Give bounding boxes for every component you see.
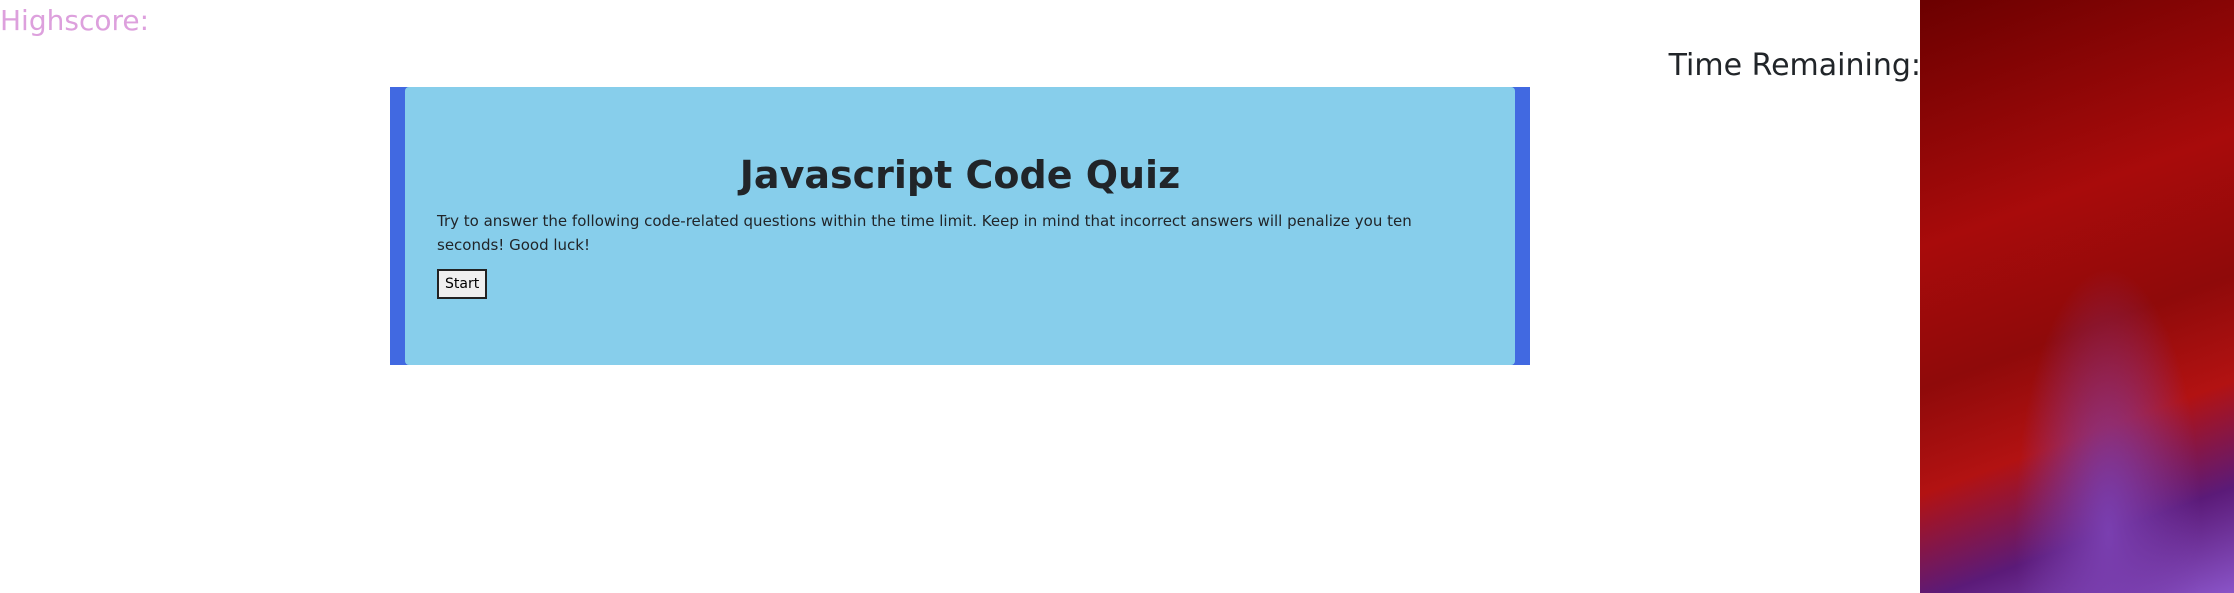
desktop-wallpaper xyxy=(1920,0,2234,593)
highscore-link[interactable]: Highscore: xyxy=(0,4,149,38)
quiz-card: Javascript Code Quiz Try to answer the f… xyxy=(405,87,1515,365)
quiz-description: Try to answer the following code-related… xyxy=(437,212,1412,254)
quiz-title: Javascript Code Quiz xyxy=(739,153,1181,197)
start-button[interactable]: Start xyxy=(437,269,488,299)
quiz-card-frame: Javascript Code Quiz Try to answer the f… xyxy=(390,87,1530,365)
time-remaining-label: Time Remaining: xyxy=(1668,48,1921,83)
quiz-page: Highscore: Time Remaining: Javascript Co… xyxy=(0,0,2234,593)
